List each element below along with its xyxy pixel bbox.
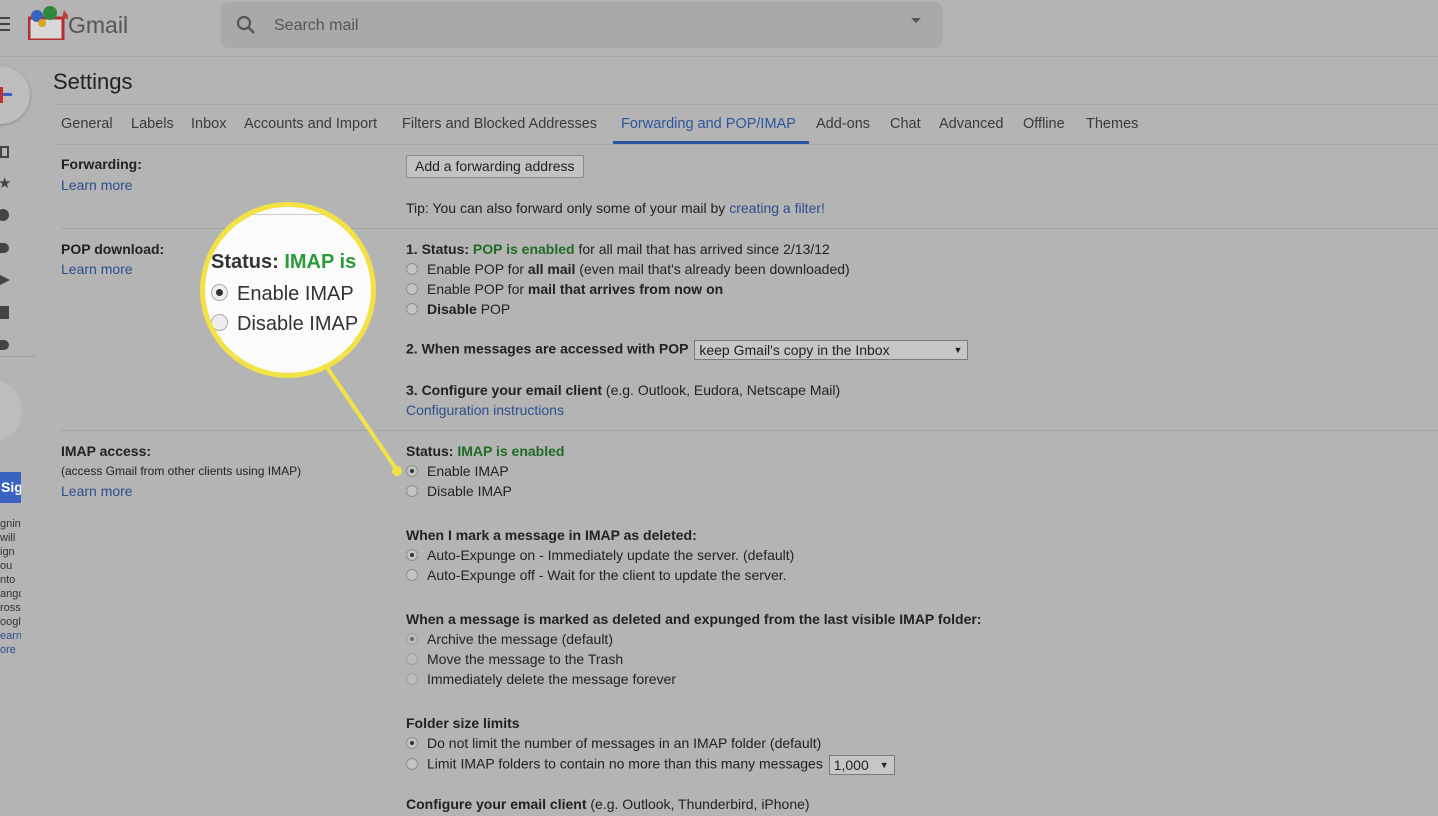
settings-tabs: General Labels Inbox Accounts and Import…: [53, 104, 1438, 145]
tab-forwarding-pop-imap[interactable]: Forwarding and POP/IMAP: [621, 116, 796, 132]
page-title: Settings: [53, 69, 133, 94]
magnified-enable-imap: Enable IMAP: [211, 283, 354, 306]
snoozed-icon[interactable]: [0, 209, 9, 221]
imap-learn-more-link[interactable]: Learn more: [61, 483, 133, 499]
tab-labels[interactable]: Labels: [131, 116, 174, 132]
label-icon[interactable]: [0, 340, 9, 350]
pop-access-select[interactable]: keep Gmail's copy in the Inbox ▼: [694, 340, 969, 360]
app-name: Gmail: [68, 12, 129, 38]
imap-expunged-heading: When a message is marked as deleted and …: [406, 611, 982, 627]
tab-general[interactable]: General: [61, 116, 113, 132]
top-bar: Gmail Search mail: [0, 0, 1438, 57]
magnified-disable-imap: Disable IMAP: [211, 313, 358, 336]
tab-filters[interactable]: Filters and Blocked Addresses: [402, 116, 597, 132]
tab-offline[interactable]: Offline: [1023, 116, 1065, 132]
search-options-icon[interactable]: [911, 18, 921, 23]
magnifier-callout: Status: IMAP is Enable IMAP Disable IMAP: [200, 202, 376, 378]
folder-limit-select[interactable]: 1,000 ▼: [828, 755, 895, 775]
imap-access-description: (access Gmail from other clients using I…: [61, 464, 302, 478]
add-forwarding-address-button[interactable]: Add a forwarding address: [406, 155, 584, 178]
imap-deleted-heading: When I mark a message in IMAP as deleted…: [406, 527, 697, 543]
pop-option-from-now-on[interactable]: Enable POP for mail that arrives from no…: [406, 281, 723, 297]
radio-button[interactable]: [406, 653, 418, 665]
no-limit-option[interactable]: Do not limit the number of messages in a…: [406, 735, 821, 751]
forwarding-label: Forwarding:: [61, 156, 142, 172]
search-icon[interactable]: [235, 14, 257, 36]
inbox-icon[interactable]: [0, 146, 9, 158]
pop-learn-more-link[interactable]: Learn more: [61, 261, 133, 277]
forwarding-tip: Tip: You can also forward only some of y…: [406, 200, 825, 216]
forwarding-learn-more-link[interactable]: Learn more: [61, 177, 133, 193]
hangouts-sign-in-button[interactable]: Sig: [0, 472, 21, 503]
tab-inbox[interactable]: Inbox: [191, 116, 226, 132]
archive-message-option[interactable]: Archive the message (default): [406, 631, 613, 647]
radio-button[interactable]: [406, 485, 418, 497]
active-tab-indicator: [613, 141, 809, 144]
pop-download-label: POP download:: [61, 241, 165, 257]
folder-size-heading: Folder size limits: [406, 715, 520, 731]
pop-status: 1. Status: POP is enabled for all mail t…: [406, 241, 830, 257]
tab-accounts-and-import[interactable]: Accounts and Import: [244, 116, 377, 132]
dropdown-arrow-icon: ▼: [953, 345, 963, 355]
search-input[interactable]: Search mail: [274, 17, 358, 35]
move-to-trash-option[interactable]: Move the message to the Trash: [406, 651, 623, 667]
star-icon[interactable]: ★: [0, 174, 11, 192]
delete-forever-option[interactable]: Immediately delete the message forever: [406, 671, 676, 687]
tab-add-ons[interactable]: Add-ons: [816, 116, 870, 132]
hangouts-text: gninwillignountoangcrossoogl earnore: [0, 518, 21, 656]
sent-icon[interactable]: [0, 275, 10, 285]
radio-button-selected[interactable]: [406, 465, 418, 477]
limit-folders-option[interactable]: Limit IMAP folders to contain no more th…: [406, 755, 895, 775]
configuration-instructions-link[interactable]: Configuration instructions: [406, 402, 564, 418]
hangouts-avatar: [0, 380, 22, 442]
compose-plus-icon: [0, 87, 12, 103]
important-icon[interactable]: [0, 243, 9, 253]
pop-access-setting: 2. When messages are accessed with POP k…: [406, 340, 969, 360]
menu-icon[interactable]: [0, 17, 10, 31]
radio-button[interactable]: [406, 283, 418, 295]
radio-button[interactable]: [406, 569, 418, 581]
pop-option-all-mail[interactable]: Enable POP for all mail (even mail that'…: [406, 261, 850, 277]
creating-filter-link[interactable]: creating a filter!: [729, 200, 825, 216]
section-divider: [61, 430, 1438, 431]
auto-expunge-off-option[interactable]: Auto-Expunge off - Wait for the client t…: [406, 567, 787, 583]
radio-button[interactable]: [406, 303, 418, 315]
imap-enable-option[interactable]: Enable IMAP: [406, 463, 509, 479]
imap-configure-client: Configure your email client (e.g. Outloo…: [406, 796, 810, 812]
tab-chat[interactable]: Chat: [890, 116, 921, 132]
radio-button-selected[interactable]: [406, 549, 418, 561]
tab-advanced[interactable]: Advanced: [939, 116, 1004, 132]
gmail-logo[interactable]: Gmail: [28, 6, 138, 42]
radio-button-selected[interactable]: [406, 737, 418, 749]
imap-status: Status: IMAP is enabled: [406, 443, 565, 459]
pop-option-disable[interactable]: Disable POP: [406, 301, 510, 317]
magnified-imap-status: Status: IMAP is: [211, 251, 357, 273]
dropdown-arrow-icon: ▼: [879, 760, 889, 770]
search-bar[interactable]: Search mail: [221, 2, 943, 48]
radio-button[interactable]: [406, 673, 418, 685]
tab-themes[interactable]: Themes: [1086, 116, 1138, 132]
hangouts-learn-more-link[interactable]: earn: [0, 629, 21, 643]
imap-access-label: IMAP access:: [61, 443, 152, 459]
imap-disable-option[interactable]: Disable IMAP: [406, 483, 512, 499]
pop-configure-client: 3. Configure your email client (e.g. Out…: [406, 382, 841, 398]
drafts-icon[interactable]: [0, 306, 9, 319]
radio-button[interactable]: [406, 757, 418, 770]
radio-button[interactable]: [406, 263, 418, 275]
radio-button-selected[interactable]: [406, 633, 418, 645]
auto-expunge-on-option[interactable]: Auto-Expunge on - Immediately update the…: [406, 547, 794, 563]
sidebar-divider: [0, 356, 36, 357]
